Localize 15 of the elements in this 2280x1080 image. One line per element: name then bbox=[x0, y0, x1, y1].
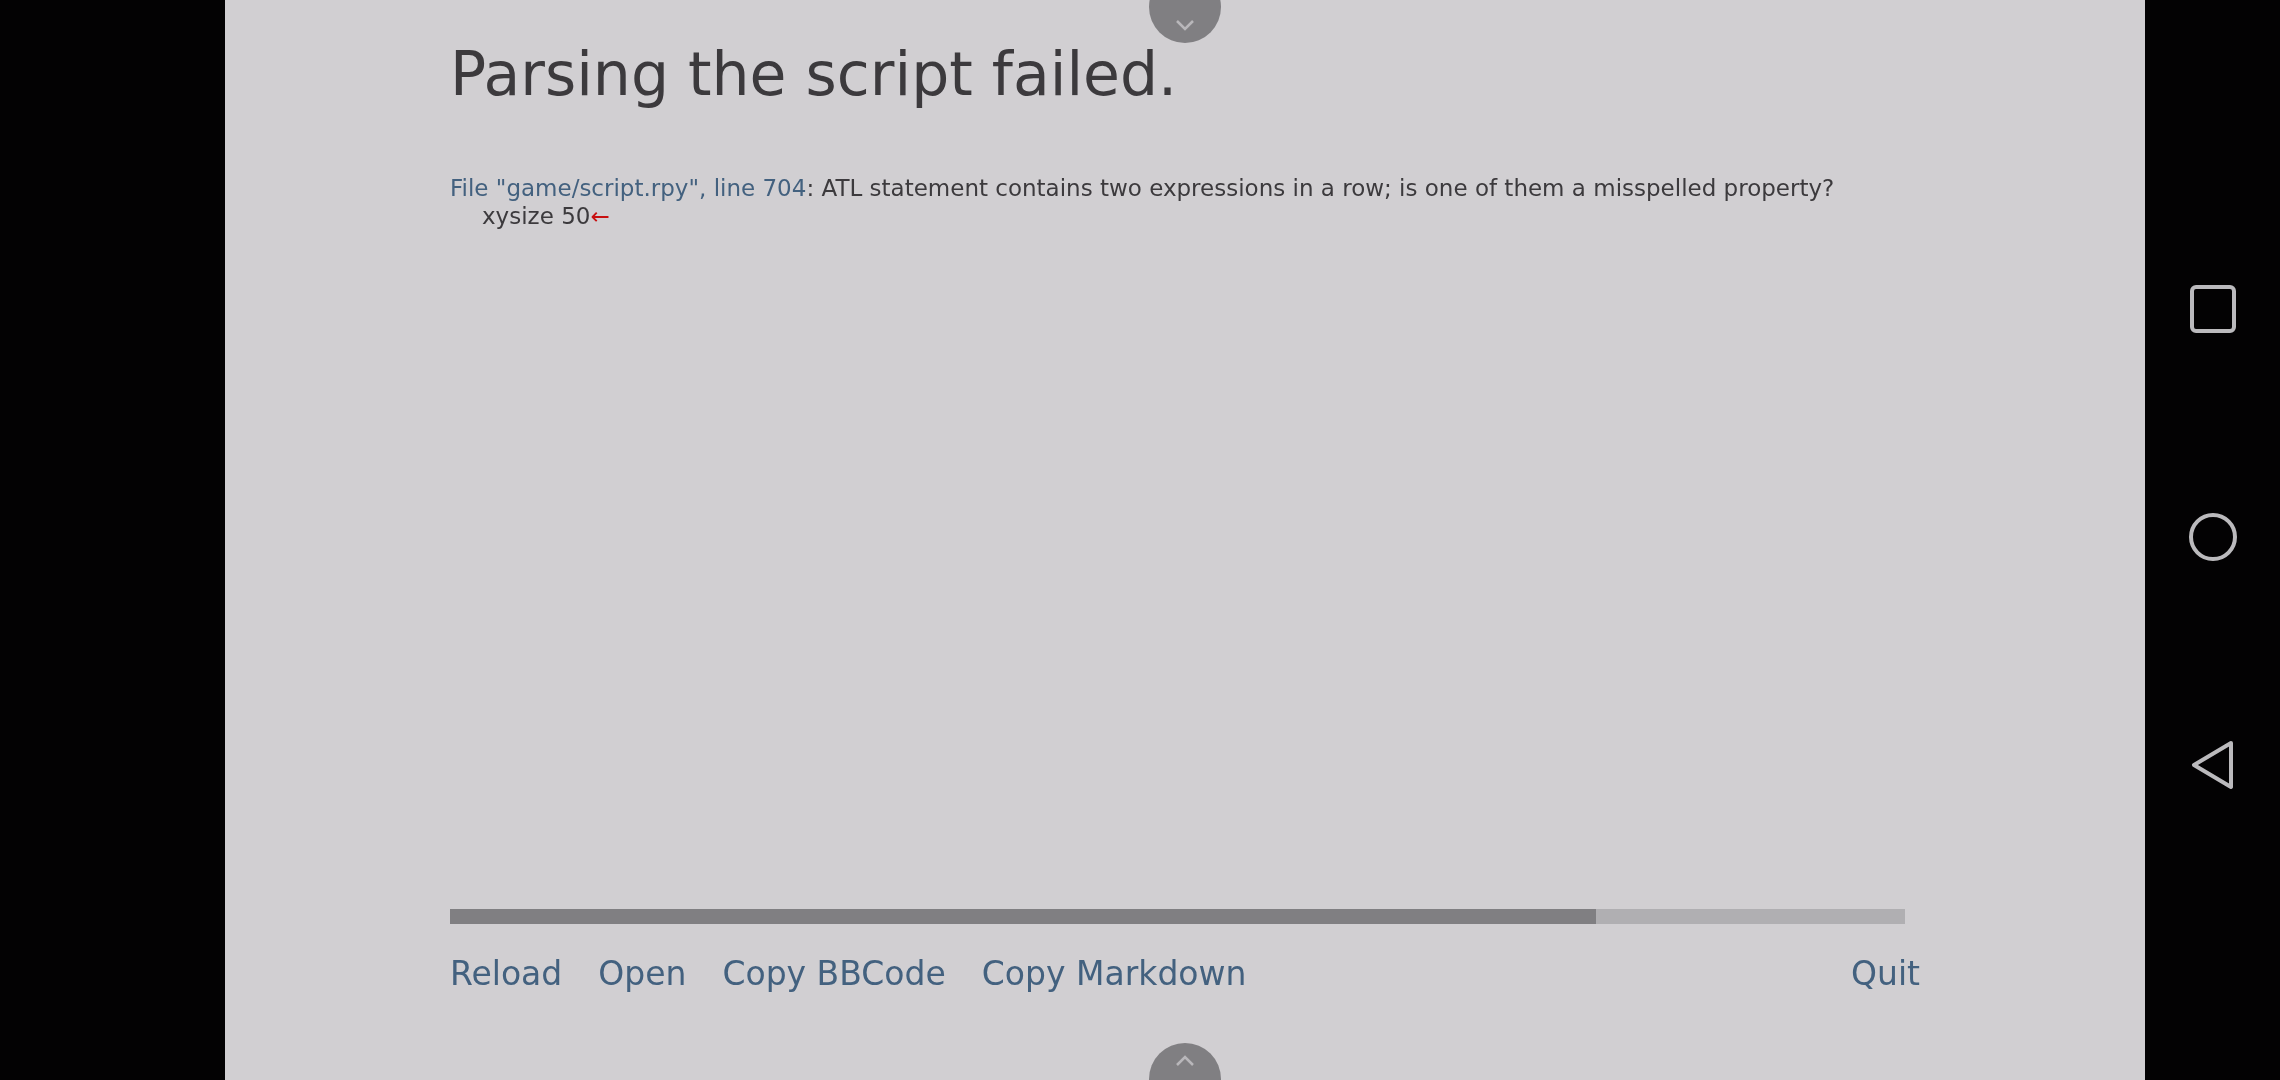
action-button[interactable]: Reload bbox=[450, 953, 563, 993]
scroll-bar[interactable] bbox=[450, 909, 1905, 924]
action-button[interactable]: Open bbox=[598, 953, 687, 993]
action-button[interactable]: Copy BBCode bbox=[722, 953, 946, 993]
code-line: xysize 50← bbox=[481, 202, 611, 230]
circle-nav-icon[interactable] bbox=[2187, 511, 2238, 562]
file-location-link[interactable]: File "game/script.rpy", line 704 bbox=[450, 175, 807, 201]
quit-button[interactable]: Quit bbox=[1851, 953, 1920, 993]
chevron-down-icon bbox=[1175, 19, 1195, 31]
action-button[interactable]: Copy Markdown bbox=[981, 953, 1247, 993]
back-triangle-nav-icon[interactable] bbox=[2190, 740, 2235, 790]
square-nav-icon[interactable] bbox=[2189, 285, 2236, 333]
error-title: Parsing the script failed. bbox=[450, 38, 1179, 111]
error-message: File "game/script.rpy", line 704: ATL statement contains two expressions in a row; is one of them a misspelled property? bbox=[450, 174, 1836, 202]
chevron-up-icon bbox=[1175, 1055, 1195, 1067]
